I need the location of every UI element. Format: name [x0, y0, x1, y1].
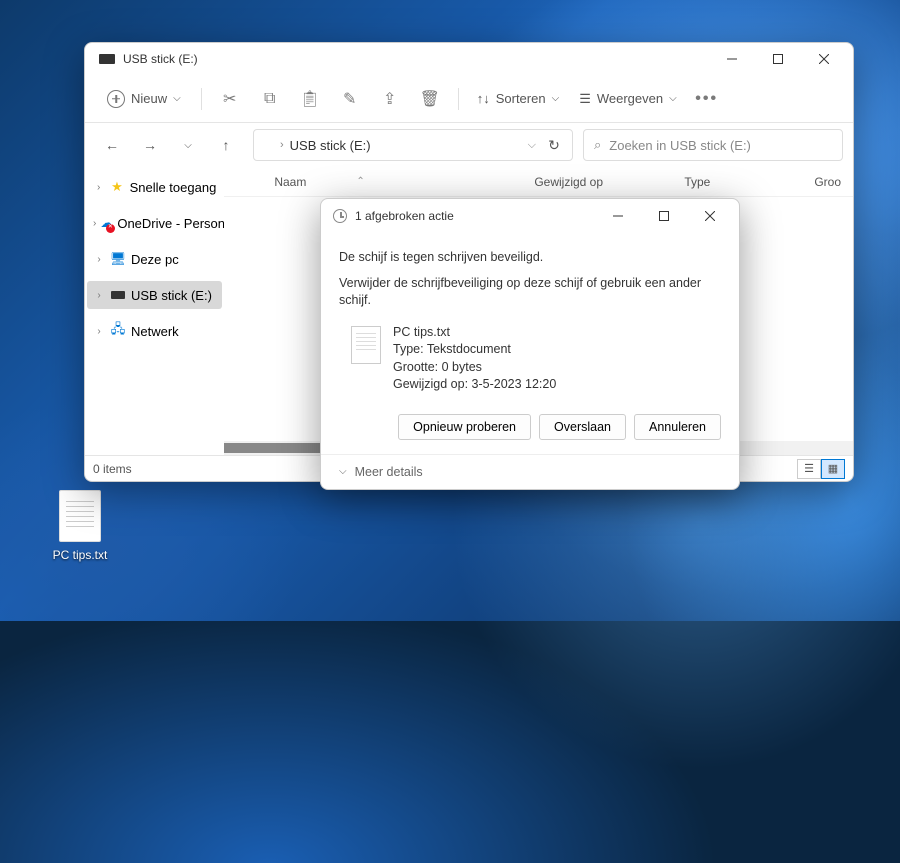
expand-icon[interactable]: ›: [93, 218, 96, 229]
document-icon: [351, 326, 381, 364]
cut-button[interactable]: ✂: [212, 83, 248, 115]
sidebar-item-network[interactable]: › 🖧 Netwerk: [87, 317, 222, 345]
dialog-close-button[interactable]: [687, 201, 733, 231]
view-button[interactable]: ☰ Weergeven ⌵: [571, 85, 685, 113]
plus-icon: [107, 90, 125, 108]
more-button[interactable]: •••: [689, 83, 725, 115]
star-icon: ★: [108, 179, 125, 195]
retry-button[interactable]: Opnieuw proberen: [398, 414, 531, 440]
dialog-title: 1 afgebroken actie: [355, 209, 595, 223]
breadcrumb[interactable]: USB stick (E:): [290, 138, 371, 153]
new-button[interactable]: Nieuw ⌵: [97, 84, 191, 114]
col-size[interactable]: Groo: [814, 175, 841, 189]
maximize-button[interactable]: [755, 44, 801, 74]
sidebar-label: OneDrive - Personal: [117, 216, 224, 231]
close-button[interactable]: [801, 44, 847, 74]
window-title: USB stick (E:): [123, 52, 709, 66]
col-type[interactable]: Type: [684, 175, 814, 189]
chevron-down-icon: ⌵: [173, 93, 181, 104]
delete-button[interactable]: 🗑︎: [412, 83, 448, 115]
error-dialog: 1 afgebroken actie De schijf is tegen sc…: [320, 198, 740, 490]
desktop-file-label: PC tips.txt: [40, 548, 120, 562]
drive-icon: [99, 54, 115, 64]
paste-button[interactable]: 📋︎: [292, 83, 328, 115]
dialog-message-2: Verwijder de schrijfbeveiliging op deze …: [339, 275, 721, 310]
drive-icon: [260, 141, 274, 149]
view-icon: ☰: [579, 91, 591, 107]
share-button[interactable]: ⇪: [372, 83, 408, 115]
file-type: Type: Tekstdocument: [393, 341, 556, 359]
file-modified: Gewijzigd op: 3-5-2023 12:20: [393, 376, 556, 394]
search-placeholder: Zoeken in USB stick (E:): [609, 138, 751, 153]
expand-icon[interactable]: ›: [93, 254, 105, 265]
sidebar-label: Netwerk: [131, 324, 179, 339]
chevron-down-icon[interactable]: ⌵: [528, 139, 536, 152]
up-button[interactable]: ↑: [209, 130, 243, 160]
sort-indicator-icon: ⌃: [356, 176, 364, 187]
dialog-titlebar[interactable]: 1 afgebroken actie: [321, 199, 739, 233]
expand-icon[interactable]: ›: [93, 326, 105, 337]
dialog-buttons: Opnieuw proberen Overslaan Annuleren: [321, 408, 739, 444]
network-icon: 🖧: [109, 320, 127, 342]
expand-icon[interactable]: ›: [93, 182, 104, 193]
address-bar[interactable]: › USB stick (E:) ⌵ ↻: [253, 129, 573, 161]
chevron-down-icon: ⌵: [552, 93, 560, 104]
column-headers: Naam ⌃ Gewijzigd op Type Groo: [224, 167, 853, 197]
copy-button[interactable]: ⧉: [252, 83, 288, 115]
back-button[interactable]: ←: [95, 130, 129, 160]
minimize-button[interactable]: [709, 44, 755, 74]
sort-icon: ↑↓: [477, 91, 490, 106]
view-thumbnails-button[interactable]: ▦: [821, 459, 845, 479]
sidebar: › ★ Snelle toegang › ☁ OneDrive - Person…: [85, 167, 224, 455]
chevron-down-icon: ⌵: [339, 466, 347, 477]
search-input[interactable]: ⌕ Zoeken in USB stick (E:): [583, 129, 843, 161]
dialog-message-1: De schijf is tegen schrijven beveiligd.: [339, 249, 721, 267]
pc-icon: 🖥︎: [109, 251, 127, 267]
dialog-minimize-button[interactable]: [595, 201, 641, 231]
dialog-maximize-button[interactable]: [641, 201, 687, 231]
sidebar-item-thispc[interactable]: › 🖥︎ Deze pc: [87, 245, 222, 273]
clock-icon: [333, 209, 347, 223]
titlebar[interactable]: USB stick (E:): [85, 43, 853, 75]
recent-button[interactable]: ⌵: [171, 130, 205, 160]
desktop-file-pctips[interactable]: PC tips.txt: [40, 490, 120, 562]
sidebar-item-onedrive[interactable]: › ☁ OneDrive - Personal: [87, 209, 222, 237]
error-badge-icon: [106, 224, 115, 233]
search-icon: ⌕: [594, 137, 601, 153]
sidebar-label: USB stick (E:): [131, 288, 212, 303]
file-name: PC tips.txt: [393, 324, 556, 342]
skip-button[interactable]: Overslaan: [539, 414, 626, 440]
cancel-button[interactable]: Annuleren: [634, 414, 721, 440]
navigation-row: ← → ⌵ ↑ › USB stick (E:) ⌵ ↻ ⌕ Zoeken in…: [85, 123, 853, 167]
view-label: Weergeven: [597, 91, 663, 106]
sidebar-label: Deze pc: [131, 252, 179, 267]
chevron-right-icon: ›: [280, 139, 284, 151]
file-size: Grootte: 0 bytes: [393, 359, 556, 377]
separator: [458, 88, 459, 110]
expand-icon[interactable]: ›: [93, 290, 105, 301]
dialog-body: De schijf is tegen schrijven beveiligd. …: [321, 233, 739, 408]
file-info: PC tips.txt Type: Tekstdocument Grootte:…: [339, 318, 721, 404]
refresh-button[interactable]: ↻: [542, 130, 566, 160]
forward-button[interactable]: →: [133, 130, 167, 160]
rename-button[interactable]: ✎: [332, 83, 368, 115]
toolbar: Nieuw ⌵ ✂ ⧉ 📋︎ ✎ ⇪ 🗑︎ ↑↓ Sorteren ⌵ ☰ We…: [85, 75, 853, 123]
sort-button[interactable]: ↑↓ Sorteren ⌵: [469, 85, 567, 112]
txt-file-icon: [59, 490, 101, 542]
dialog-footer[interactable]: ⌵ Meer details: [321, 454, 739, 489]
col-name[interactable]: Naam: [274, 175, 306, 189]
more-details-label: Meer details: [355, 465, 423, 479]
sidebar-item-quickaccess[interactable]: › ★ Snelle toegang: [87, 173, 222, 201]
item-count: 0 items: [93, 462, 132, 476]
sort-label: Sorteren: [496, 91, 546, 106]
separator: [201, 88, 202, 110]
cloud-icon: ☁: [100, 215, 113, 231]
drive-icon: [109, 291, 127, 299]
col-modified[interactable]: Gewijzigd op: [534, 175, 684, 189]
chevron-down-icon: ⌵: [669, 93, 677, 104]
sidebar-label: Snelle toegang: [130, 180, 217, 195]
sidebar-item-usb[interactable]: › USB stick (E:): [87, 281, 222, 309]
view-details-button[interactable]: ☰: [797, 459, 821, 479]
new-label: Nieuw: [131, 91, 167, 106]
